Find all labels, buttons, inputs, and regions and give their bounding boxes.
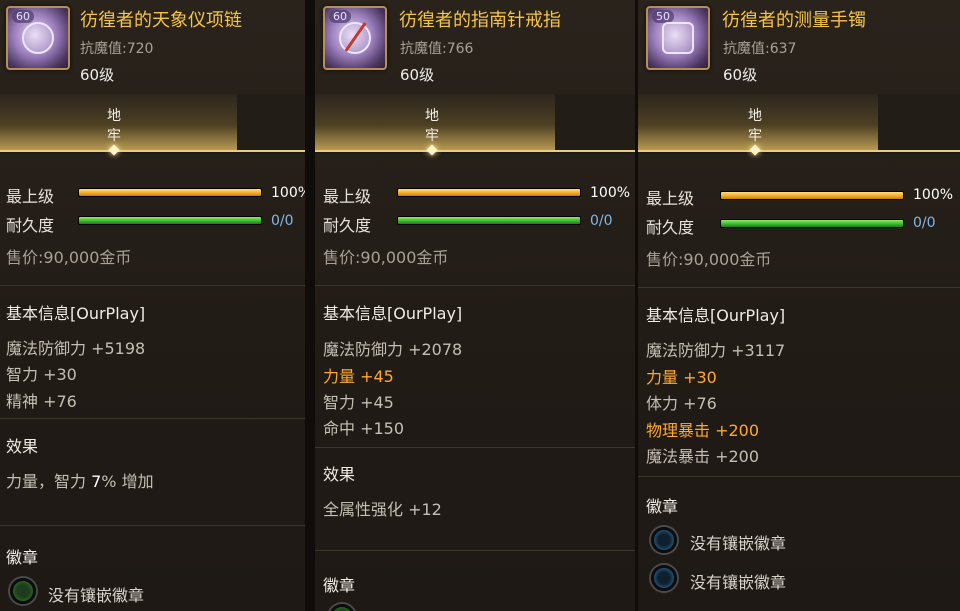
stat-line: 体力 +76 xyxy=(646,394,717,413)
max-grade-percent: 100% xyxy=(590,185,631,201)
durability-value: 0/0 xyxy=(913,215,936,231)
tab-dungeon-label: 地牢 xyxy=(748,108,762,144)
item-magic-resist: 抗魔值:766 xyxy=(400,41,474,57)
stat-line-highlight: 物理暴击 +200 xyxy=(646,421,760,440)
tab-other[interactable] xyxy=(878,94,960,150)
item-name: 彷徨者的指南针戒指 xyxy=(399,10,561,31)
max-grade-percent: 100% xyxy=(271,185,305,201)
durability-bar xyxy=(78,216,262,225)
item-tooltip-ring: 60 彷徨者的指南针戒指 抗魔值:766 60级 地牢 最上级 100% 耐久度… xyxy=(315,0,635,611)
item-magic-resist: 抗魔值:637 xyxy=(723,41,797,57)
basic-info-title: 基本信息[OurPlay] xyxy=(6,304,146,323)
emblem-socket-icon[interactable] xyxy=(651,527,677,553)
emblem-socket-icon[interactable] xyxy=(10,578,36,604)
durability-label: 耐久度 xyxy=(6,216,55,235)
sell-price: 售价:90,000金币 xyxy=(6,248,132,267)
sell-price: 售价:90,000金币 xyxy=(646,250,772,269)
stat-line: 魔法暴击 +200 xyxy=(646,447,760,466)
tab-bar: 地牢 xyxy=(0,94,305,156)
effect-title: 效果 xyxy=(6,437,39,456)
item-tooltip-bracelet: 50 彷徨者的测量手镯 抗魔值:637 60级 地牢 最上级 100% 耐久度 … xyxy=(638,0,960,611)
durability-bar xyxy=(397,216,581,225)
emblem-socket-icon[interactable] xyxy=(329,604,355,611)
item-level: 60级 xyxy=(80,66,115,84)
item-name: 彷徨者的测量手镯 xyxy=(722,10,866,31)
tab-dungeon[interactable]: 地牢 xyxy=(315,94,555,150)
emblem-title: 徽章 xyxy=(6,548,39,567)
stat-line: 智力 +45 xyxy=(323,393,394,412)
tab-dungeon-label: 地牢 xyxy=(107,108,121,144)
effect-line: 全属性强化 +12 xyxy=(323,500,442,519)
tab-bar: 地牢 xyxy=(638,94,960,156)
item-header: 50 彷徨者的测量手镯 抗魔值:637 60级 xyxy=(638,0,960,94)
emblem-socket-icon[interactable] xyxy=(651,565,677,591)
item-level: 60级 xyxy=(723,66,758,84)
item-level-badge: 60 xyxy=(329,10,351,23)
item-tooltip-necklace: 60 彷徨者的天象仪项链 抗魔值:720 60级 地牢 最上级 100% 耐久度… xyxy=(0,0,305,611)
max-grade-bar xyxy=(78,188,262,197)
effect-line: 力量，智力 7% 增加 xyxy=(6,472,154,491)
stat-line: 魔法防御力 +5198 xyxy=(6,339,146,358)
max-grade-percent: 100% xyxy=(913,187,954,203)
necklace-icon[interactable]: 60 xyxy=(6,6,70,70)
durability-label: 耐久度 xyxy=(323,216,372,235)
item-name: 彷徨者的天象仪项链 xyxy=(80,10,242,31)
item-level-badge: 60 xyxy=(12,10,34,23)
durability-bar xyxy=(720,219,904,228)
effect-title: 效果 xyxy=(323,465,356,484)
stat-line: 精神 +76 xyxy=(6,392,77,411)
tab-dungeon-label: 地牢 xyxy=(425,108,439,144)
emblem-socket-label: 没有镶嵌徽章 xyxy=(690,573,787,592)
tab-dungeon[interactable]: 地牢 xyxy=(0,94,237,150)
stat-line: 魔法防御力 +2078 xyxy=(323,340,463,359)
stat-line: 魔法防御力 +3117 xyxy=(646,341,786,360)
durability-value: 0/0 xyxy=(271,213,294,229)
emblem-title: 徽章 xyxy=(323,576,356,595)
bracelet-icon[interactable]: 50 xyxy=(646,6,710,70)
emblem-socket-label: 没有镶嵌徽章 xyxy=(690,534,787,553)
max-grade-bar xyxy=(397,188,581,197)
max-grade-bar xyxy=(720,191,904,200)
max-grade-label: 最上级 xyxy=(323,187,372,206)
tab-other[interactable] xyxy=(237,94,305,150)
item-level: 60级 xyxy=(400,66,435,84)
emblem-socket-label: 没有镶嵌徽章 xyxy=(48,586,145,605)
sell-price: 售价:90,000金币 xyxy=(323,248,449,267)
tab-dungeon[interactable]: 地牢 xyxy=(638,94,878,150)
max-grade-label: 最上级 xyxy=(646,189,695,208)
item-magic-resist: 抗魔值:720 xyxy=(80,41,154,57)
stat-line-highlight: 力量 +30 xyxy=(646,368,717,387)
item-header: 60 彷徨者的指南针戒指 抗魔值:766 60级 xyxy=(315,0,635,94)
max-grade-label: 最上级 xyxy=(6,187,55,206)
item-header: 60 彷徨者的天象仪项链 抗魔值:720 60级 xyxy=(0,0,305,94)
stat-line: 智力 +30 xyxy=(6,365,77,384)
durability-value: 0/0 xyxy=(590,213,613,229)
compass-ring-icon[interactable]: 60 xyxy=(323,6,387,70)
tab-other[interactable] xyxy=(555,94,635,150)
tab-bar: 地牢 xyxy=(315,94,635,156)
durability-label: 耐久度 xyxy=(646,218,695,237)
basic-info-title: 基本信息[OurPlay] xyxy=(323,304,463,323)
basic-info-title: 基本信息[OurPlay] xyxy=(646,306,786,325)
emblem-title: 徽章 xyxy=(646,497,679,516)
stat-line-highlight: 力量 +45 xyxy=(323,367,394,386)
stat-line: 命中 +150 xyxy=(323,419,405,438)
